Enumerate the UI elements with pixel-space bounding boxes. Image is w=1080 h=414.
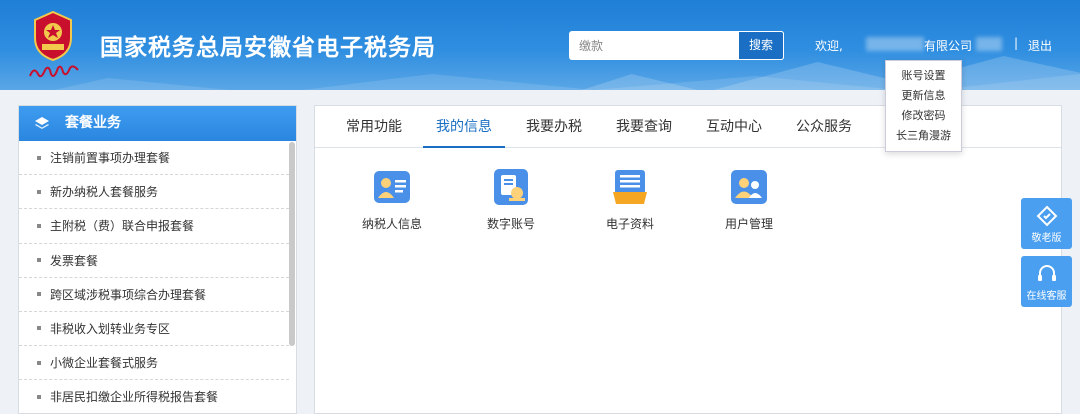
digital-account-icon: [494, 169, 528, 205]
sidebar-item-label: 新办纳税人套餐服务: [50, 185, 159, 200]
user-management-icon: [731, 170, 767, 204]
site-title: 国家税务总局安徽省电子税务局: [100, 35, 436, 61]
sidebar-item-label: 注销前置事项办理套餐: [50, 151, 171, 165]
sidebar-item-joint-declaration-package[interactable]: 主附税（费）联合申报套餐: [19, 209, 289, 244]
bullet-icon: [37, 258, 41, 263]
sidebar-item-small-micro-enterprise[interactable]: 小微企业套餐式服务: [19, 346, 289, 381]
function-user-management[interactable]: 用户管理: [704, 168, 794, 232]
bullet-icon: [37, 223, 41, 228]
layers-icon: [35, 117, 49, 129]
tab-my-info[interactable]: 我的信息: [423, 106, 505, 148]
menu-item-yangtze-roaming[interactable]: 长三角漫游: [886, 126, 961, 146]
tab-common-functions[interactable]: 常用功能: [335, 106, 413, 148]
sidebar-title: 套餐业务: [65, 115, 121, 131]
bullet-icon: [37, 394, 41, 399]
function-electronic-documents[interactable]: 电子资料: [585, 168, 675, 232]
function-label: 电子资料: [605, 217, 654, 231]
sidebar-list: 注销前置事项办理套餐 新办纳税人套餐服务 主附税（费）联合申报套餐 发票套餐 跨…: [19, 141, 296, 413]
account-dropdown-menu: 账号设置 更新信息 修改密码 长三角漫游: [885, 60, 962, 152]
tab-handle-tax[interactable]: 我要办税: [515, 106, 593, 148]
search-button[interactable]: 搜索: [738, 31, 784, 60]
sidebar-item-non-tax-revenue-zone[interactable]: 非税收入划转业务专区: [19, 312, 289, 347]
function-digital-account[interactable]: 数字账号: [466, 168, 556, 232]
logout-link[interactable]: 退出: [1028, 37, 1052, 54]
calligraphy-signature-logo: [29, 65, 79, 78]
tax-emblem-icon: [34, 10, 72, 62]
bullet-icon: [37, 326, 41, 331]
tab-interaction-center[interactable]: 互动中心: [695, 106, 773, 148]
function-label: 用户管理: [724, 217, 773, 231]
online-service-label: 在线客服: [1026, 291, 1067, 302]
redacted-company-name: [866, 37, 924, 51]
sidebar-item-deregistration-package[interactable]: 注销前置事项办理套餐: [19, 141, 289, 176]
sidebar-item-cross-region-package[interactable]: 跨区域涉税事项综合办理套餐: [19, 278, 289, 312]
company-name-suffix[interactable]: 有限公司: [924, 37, 972, 54]
online-service-button[interactable]: 在线客服: [1021, 256, 1072, 307]
sidebar-item-invoice-package[interactable]: 发票套餐: [19, 244, 289, 278]
sidebar-header: 套餐业务: [19, 106, 296, 141]
tab-public-services[interactable]: 公众服务: [785, 106, 863, 148]
sidebar-item-label: 非居民扣缴企业所得税报告套餐: [50, 390, 219, 405]
redacted-company-tail: [976, 37, 1002, 51]
search-input[interactable]: [569, 31, 737, 60]
sidebar-item-label: 非税收入划转业务专区: [50, 321, 171, 336]
function-taxpayer-info[interactable]: 纳税人信息: [347, 168, 437, 232]
electronic-documents-icon: [613, 170, 647, 204]
welcome-text: 欢迎,: [815, 39, 843, 53]
sidebar-item-label: 发票套餐: [50, 253, 99, 268]
sidebar-item-label: 小微企业套餐式服务: [50, 356, 159, 371]
menu-item-account-settings[interactable]: 账号设置: [886, 66, 961, 86]
elderly-mode-label: 敬老版: [1031, 233, 1062, 244]
sidebar-item-label: 跨区域涉税事项综合办理套餐: [50, 287, 207, 302]
sidebar-scrollbar[interactable]: [289, 142, 295, 346]
elderly-mode-button[interactable]: 敬老版: [1021, 198, 1072, 249]
bullet-icon: [37, 292, 41, 297]
sidebar-item-non-resident-withholding[interactable]: 非居民扣缴企业所得税报告套餐: [19, 380, 289, 413]
function-label: 纳税人信息: [361, 217, 422, 231]
menu-item-change-password[interactable]: 修改密码: [886, 106, 961, 126]
sidebar-item-label: 主附税（费）联合申报套餐: [50, 219, 195, 234]
bullet-icon: [37, 189, 41, 194]
headset-icon: [1037, 265, 1056, 281]
function-label: 数字账号: [486, 217, 535, 231]
tab-query[interactable]: 我要查询: [605, 106, 683, 148]
header-separator: |: [1014, 36, 1019, 50]
bullet-icon: [37, 360, 41, 365]
search-box: 搜索: [569, 31, 784, 60]
menu-item-update-info[interactable]: 更新信息: [886, 86, 961, 106]
taxpayer-info-icon: [374, 171, 410, 203]
elderly-mode-icon: [1036, 205, 1057, 227]
package-services-sidebar: 套餐业务 注销前置事项办理套餐 新办纳税人套餐服务 主附税（费）联合申报套餐 发…: [18, 105, 297, 414]
bullet-icon: [37, 155, 41, 160]
sidebar-item-new-taxpayer-package[interactable]: 新办纳税人套餐服务: [19, 175, 289, 210]
